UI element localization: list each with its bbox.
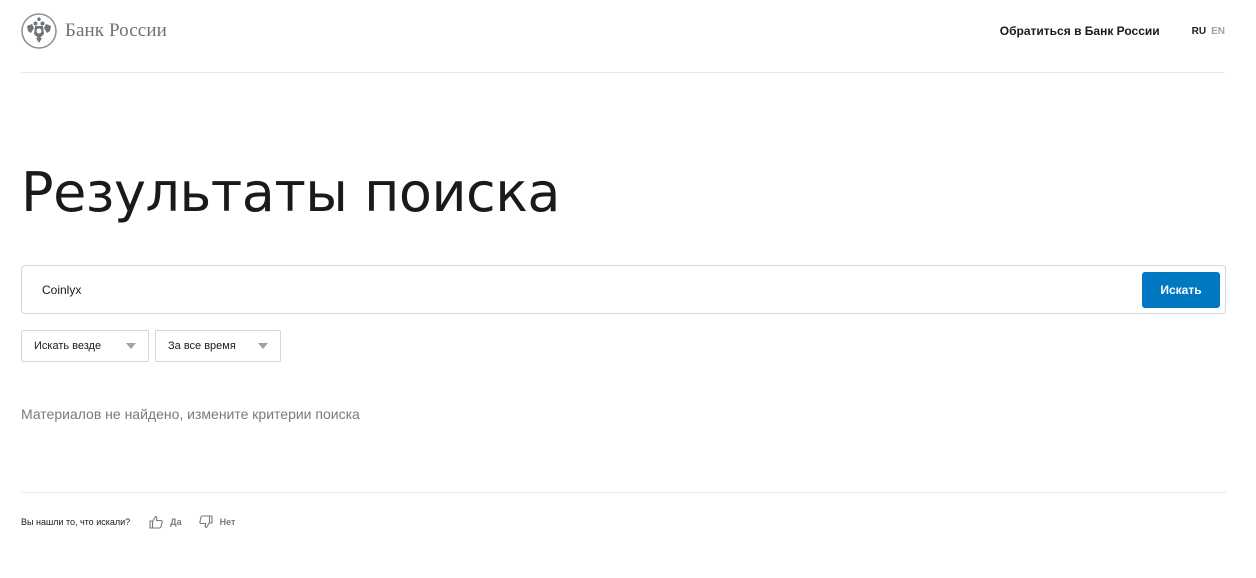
caret-down-icon <box>258 343 268 349</box>
feedback-no-button[interactable]: Нет <box>198 514 236 530</box>
lang-en[interactable]: EN <box>1211 26 1225 37</box>
divider <box>21 492 1226 493</box>
site-header: Банк России Обратиться в Банк России RU … <box>21 0 1225 73</box>
logo-link[interactable]: Банк России <box>21 13 167 49</box>
search-bar: Искать <box>21 265 1226 314</box>
search-scope-value: Искать везде <box>34 340 102 352</box>
header-right: Обратиться в Банк России RU EN <box>1000 24 1225 38</box>
search-input[interactable] <box>42 266 1142 313</box>
search-period-value: За все время <box>168 340 236 352</box>
eagle-emblem-icon <box>21 13 57 49</box>
search-scope-dropdown[interactable]: Искать везде <box>21 330 149 362</box>
lang-ru[interactable]: RU <box>1192 26 1206 37</box>
search-button[interactable]: Искать <box>1142 271 1220 308</box>
page-title: Результаты поиска <box>21 161 560 224</box>
language-switcher: RU EN <box>1192 26 1225 37</box>
feedback-question: Вы нашли то, что искали? <box>21 517 131 527</box>
feedback-no-label: Нет <box>219 517 236 527</box>
feedback-block: Вы нашли то, что искали? Да Нет <box>21 514 235 530</box>
thumbs-down-icon <box>198 515 213 529</box>
thumbs-up-icon <box>149 515 163 529</box>
search-filters: Искать везде За все время <box>21 330 281 362</box>
contact-bank-link[interactable]: Обратиться в Банк России <box>1000 24 1160 38</box>
feedback-yes-label: Да <box>170 517 182 527</box>
search-period-dropdown[interactable]: За все время <box>155 330 281 362</box>
logo-text: Банк России <box>65 20 167 41</box>
feedback-yes-button[interactable]: Да <box>148 514 182 530</box>
page: Банк России Обратиться в Банк России RU … <box>0 0 1256 578</box>
no-results-message: Материалов не найдено, измените критерии… <box>21 406 360 422</box>
caret-down-icon <box>126 343 136 349</box>
